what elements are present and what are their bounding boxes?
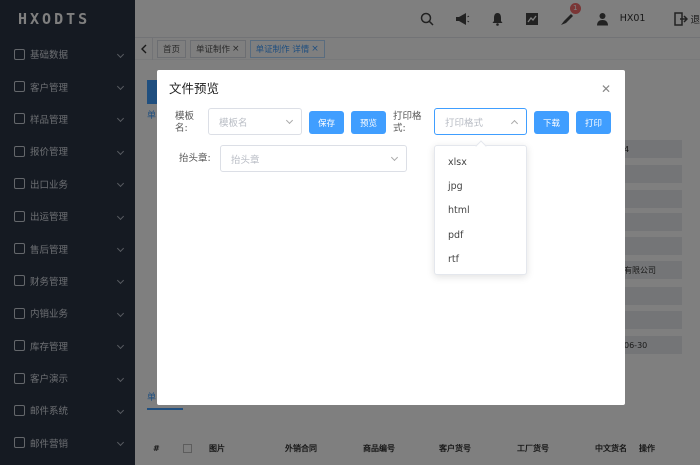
letterhead-select[interactable]: 抬头章 [220, 145, 407, 172]
letterhead-label: 抬头章: [179, 153, 211, 164]
dialog-title: 文件预览 [169, 81, 220, 96]
format-option-xlsx[interactable]: xlsx [435, 150, 526, 174]
format-option-html[interactable]: html [435, 199, 526, 223]
save-button[interactable]: 保存 [309, 111, 344, 134]
file-preview-dialog: 文件预览 ✕ 模板名: 模板名 保存 预览 打印格式: 打印格式 下载 打印 抬… [157, 70, 625, 405]
print-format-select[interactable]: 打印格式 [434, 108, 527, 135]
format-option-pdf[interactable]: pdf [435, 223, 526, 247]
format-option-jpg[interactable]: jpg [435, 174, 526, 198]
download-button[interactable]: 下载 [534, 111, 569, 134]
format-option-rtf[interactable]: rtf [435, 247, 526, 271]
chevron-up-icon [510, 119, 519, 128]
print-format-dropdown: xlsx jpg html pdf rtf [434, 145, 527, 275]
print-format-label: 打印格式: [393, 111, 422, 134]
template-label: 模板名: [175, 111, 195, 134]
print-button[interactable]: 打印 [576, 111, 611, 134]
preview-button[interactable]: 预览 [351, 111, 386, 134]
template-select[interactable]: 模板名 [208, 108, 302, 135]
close-icon[interactable]: ✕ [601, 82, 611, 96]
chevron-down-icon [285, 116, 294, 125]
chevron-down-icon [390, 153, 399, 162]
